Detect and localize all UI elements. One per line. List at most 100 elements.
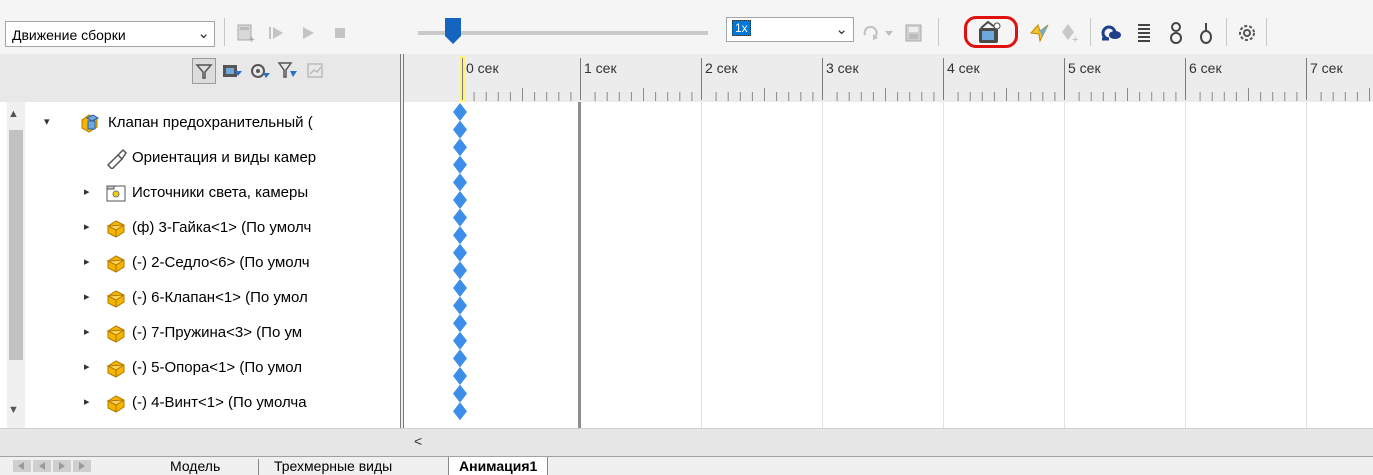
chevron-down-icon: ⌄ [197, 25, 210, 42]
key-point [453, 173, 467, 192]
save-animation-icon[interactable] [900, 19, 928, 47]
part-icon [105, 322, 127, 344]
contact-icon[interactable] [1162, 19, 1190, 47]
calculate-icon[interactable]: + [232, 19, 260, 47]
filter-animated-icon[interactable] [220, 58, 244, 84]
pane-splitter[interactable] [400, 54, 404, 456]
tree-item[interactable]: ▾ Клапан предохранительный ( [0, 106, 400, 142]
tree-item[interactable]: ▸ (-) 6-Клапан<1> (По умол [0, 281, 400, 317]
playback-slider-thumb[interactable] [444, 17, 462, 45]
expand-arrow-icon[interactable]: ▸ [84, 360, 90, 373]
tab-3d-views[interactable]: Трехмерные виды [264, 457, 402, 475]
tree-item[interactable]: ▸ (ф) 3-Гайка<1> (По умолч [0, 211, 400, 247]
key-point [453, 138, 467, 157]
spring-icon[interactable] [1130, 19, 1158, 47]
minor-ticks [473, 88, 1370, 101]
key-point [453, 103, 467, 121]
grid-line [1064, 102, 1065, 428]
expand-arrow-icon[interactable]: ▸ [84, 185, 90, 198]
key-point [453, 367, 467, 385]
filter-driving-icon[interactable] [248, 58, 272, 84]
key-point [453, 331, 467, 350]
chevron-down-icon: ⌄ [835, 21, 848, 38]
part-icon [105, 392, 127, 414]
key-points [453, 103, 467, 421]
tree-item[interactable]: ▸ (-) 2-Седло<6> (По умолч [0, 246, 400, 282]
key-point [453, 384, 467, 403]
play-icon[interactable] [294, 19, 322, 47]
tree-item[interactable]: Ориентация и виды камер [0, 141, 400, 177]
toolbar-separator [224, 18, 225, 46]
study-type-select[interactable]: Движение сборки ⌄ [5, 21, 215, 47]
motor-icon[interactable] [1098, 19, 1126, 47]
svg-text:+: + [1072, 34, 1078, 45]
highlight-circle [964, 16, 1018, 48]
expand-arrow-icon[interactable]: ▸ [84, 255, 90, 268]
add-key-icon[interactable]: + [1056, 19, 1084, 47]
play-from-start-icon[interactable] [262, 19, 290, 47]
tree-item-label: (-) 7-Пружина<3> (По ум [132, 324, 303, 341]
gravity-icon[interactable] [1192, 19, 1220, 47]
tab-navigation[interactable] [12, 459, 152, 473]
expand-arrow-icon[interactable]: ▸ [84, 325, 90, 338]
time-marker-line[interactable] [578, 102, 581, 428]
tree-item-label: Источники света, камеры [132, 184, 309, 201]
tick-label: 6 сек [1189, 60, 1222, 76]
key-point [453, 296, 467, 315]
tree-item[interactable]: ▸ (-) 7-Пружина<3> (По ум [0, 316, 400, 352]
expand-arrow-icon[interactable]: ▸ [84, 220, 90, 233]
tab-animation1[interactable]: Анимация1 [448, 457, 549, 475]
tree-item[interactable]: ▸ Источники света, камеры [0, 176, 400, 212]
toolbar-separator [938, 18, 939, 46]
key-point [453, 279, 467, 297]
grid-line [701, 102, 702, 428]
playback-speed-select[interactable]: 1x ⌄ [726, 17, 854, 42]
tick-label: 4 сек [947, 60, 980, 76]
filter-selected-icon[interactable] [276, 58, 300, 84]
playback-speed-value: 1x [732, 20, 751, 36]
key-point [453, 261, 467, 280]
tick-label: 5 сек [1068, 60, 1101, 76]
tree-item[interactable]: ▸ (-) 5-Опора<1> (По умол [0, 351, 400, 387]
part-icon [105, 217, 127, 239]
svg-text:+: + [249, 35, 255, 44]
expand-arrow-icon[interactable]: ▸ [84, 290, 90, 303]
timeline-area[interactable] [404, 102, 1373, 428]
study-type-value: Движение сборки [12, 27, 126, 43]
tick-label: 2 сек [705, 60, 738, 76]
tab-model[interactable]: Модель [160, 457, 230, 475]
tab-nav-arrows-icon[interactable] [12, 459, 96, 473]
tree-item-label: Ориентация и виды камер [132, 149, 317, 166]
autokey-icon[interactable] [1026, 19, 1054, 47]
part-icon [105, 252, 127, 274]
tick-label: 0 сек [466, 60, 499, 76]
tick-label: 1 сек [584, 60, 617, 76]
key-point [453, 155, 467, 174]
key-point [453, 226, 467, 245]
tree-item-label: (-) 2-Седло<6> (По умолч [132, 254, 310, 271]
properties-icon[interactable] [1233, 19, 1261, 47]
filter-icon[interactable] [192, 58, 216, 84]
tick-label: 3 сек [826, 60, 859, 76]
chevron-down-icon[interactable] [882, 19, 896, 47]
tree-item-label: Клапан предохранительный ( [108, 114, 313, 131]
scroll-left-icon[interactable]: < [414, 433, 422, 449]
tree-item[interactable]: ▸ (-) 4-Винт<1> (По умолча [0, 386, 400, 422]
stop-icon[interactable] [326, 19, 354, 47]
camera-icon [105, 147, 127, 171]
toolbar-separator [1266, 18, 1267, 46]
toolbar-separator [1226, 18, 1227, 46]
grid-line [1306, 102, 1307, 428]
grid-line [1185, 102, 1186, 428]
expand-arrow-icon[interactable]: ▸ [84, 395, 90, 408]
key-point [453, 208, 467, 227]
key-point [453, 402, 467, 421]
key-point [453, 349, 467, 368]
tree-item-label: (-) 5-Опора<1> (По умол [132, 359, 303, 376]
grid-line [943, 102, 944, 428]
timeline-hscrollbar[interactable]: < [0, 428, 1373, 456]
filter-results-icon[interactable] [304, 58, 328, 84]
expand-arrow-icon[interactable]: ▾ [44, 115, 50, 128]
toolbar-separator [1090, 18, 1091, 46]
key-point [453, 243, 467, 262]
